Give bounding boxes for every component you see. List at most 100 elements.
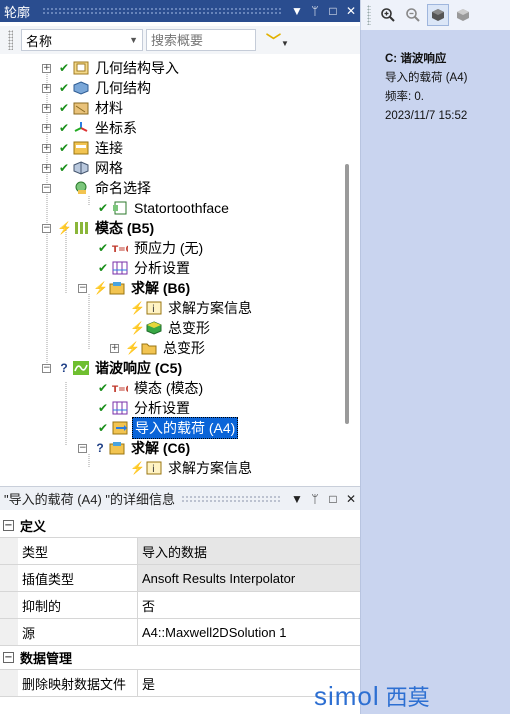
collapse-icon[interactable]: − xyxy=(3,652,14,663)
check-icon: ✔ xyxy=(97,401,109,415)
pane-menu-button[interactable]: ▼ xyxy=(288,492,306,506)
property-row-suppressed[interactable]: 抑制的 否 xyxy=(0,592,360,619)
lightning-icon: ⚡ xyxy=(57,221,72,235)
pin-button[interactable]: ᛘ xyxy=(306,492,324,506)
watermark-logo: simol 西莫 xyxy=(314,680,430,712)
tree-item-harmonic-c5[interactable]: − ? 谐波响应 (C5) xyxy=(42,358,184,378)
property-key: 类型 xyxy=(0,538,138,564)
tree-item-label: 材料 xyxy=(95,100,123,116)
tree-item-analysis-settings-b[interactable]: ✔ 分析设置 xyxy=(96,258,192,278)
property-value[interactable]: Ansoft Results Interpolator xyxy=(138,565,360,591)
expand-icon[interactable]: + xyxy=(42,63,51,73)
expand-icon[interactable]: + xyxy=(42,163,51,173)
property-key: 源 xyxy=(0,619,138,645)
expand-options-icon[interactable]: ﹀▼ xyxy=(266,30,289,51)
question-icon: ? xyxy=(96,441,104,455)
tree-item-label: Statortoothface xyxy=(134,200,229,216)
tree-item-coordinate-systems[interactable]: + ✔ 坐标系 xyxy=(42,118,139,138)
tree-item-label: 几何结构 xyxy=(95,80,151,96)
property-row-type[interactable]: 类型 导入的数据 xyxy=(0,538,360,565)
face-selection-icon xyxy=(112,201,128,215)
property-key: 插值类型 xyxy=(0,565,138,591)
tree-item-stator-tooth-face[interactable]: ✔ Statortoothface xyxy=(96,198,231,218)
search-input[interactable] xyxy=(146,29,256,51)
check-icon: ✔ xyxy=(97,261,109,275)
graphics-toolbar xyxy=(360,0,510,30)
named-selection-icon xyxy=(73,181,89,195)
folder-icon xyxy=(141,341,157,355)
expand-icon[interactable]: + xyxy=(42,143,51,153)
property-value: 导入的数据 xyxy=(138,538,360,564)
tree-item-solution-info-c[interactable]: ⚡ i 求解方案信息 xyxy=(130,458,254,478)
tree-item-label: 谐波响应 (C5) xyxy=(95,360,183,376)
info-analysis: C: 谐波响应 xyxy=(385,53,447,65)
check-icon: ✔ xyxy=(58,141,70,155)
svg-text:i: i xyxy=(152,464,155,475)
zoom-out-icon[interactable] xyxy=(402,4,424,26)
tree-item-prestress[interactable]: ✔ T=0 预应力 (无) xyxy=(96,238,205,258)
tree-item-solution-info-b[interactable]: ⚡ i 求解方案信息 xyxy=(130,298,254,318)
collapse-icon[interactable]: − xyxy=(78,283,87,293)
harmonic-analysis-icon xyxy=(73,361,89,375)
view-cube-icon[interactable] xyxy=(452,4,474,26)
tree-item-total-deformation-2[interactable]: + ⚡ 总变形 xyxy=(110,338,207,358)
tree-item-modal-modal[interactable]: ✔ T=0 模态 (模态) xyxy=(96,378,205,398)
svg-text:T=0: T=0 xyxy=(112,245,128,255)
tree-item-materials[interactable]: + ✔ 材料 xyxy=(42,98,125,118)
tree-item-total-deformation-1[interactable]: ⚡ 总变形 xyxy=(130,318,212,338)
group-definition[interactable]: − 定义 xyxy=(0,514,360,538)
prestress-icon: T=0 xyxy=(112,241,132,255)
tree-item-label: 求解 (B6) xyxy=(131,280,191,296)
expand-icon[interactable]: + xyxy=(42,103,51,113)
deformation-icon xyxy=(146,321,162,335)
expand-icon[interactable]: + xyxy=(42,123,51,133)
property-row-interpolation-type[interactable]: 插值类型 Ansoft Results Interpolator xyxy=(0,565,360,592)
collapse-icon[interactable]: − xyxy=(78,443,87,453)
close-button[interactable]: ✕ xyxy=(342,492,360,506)
tree-item-geometry[interactable]: + ✔ 几何结构 xyxy=(42,78,153,98)
tree-item-connections[interactable]: + ✔ 连接 xyxy=(42,138,125,158)
tree-item-named-selections[interactable]: − 命名选择 xyxy=(42,178,153,198)
collapse-icon[interactable]: − xyxy=(42,363,51,373)
tree-item-label: 模态 (B5) xyxy=(95,220,155,236)
expand-icon[interactable]: + xyxy=(110,343,119,353)
tree-item-solution-c6[interactable]: − ? 求解 (C6) xyxy=(78,438,192,458)
solid-cube-icon[interactable] xyxy=(427,4,449,26)
tree-item-imported-load-a4[interactable]: ✔ 导入的载荷 (A4) xyxy=(96,417,239,439)
details-grip[interactable] xyxy=(181,494,282,503)
collapse-icon[interactable]: − xyxy=(3,520,14,531)
property-key: 抑制的 xyxy=(0,592,138,618)
group-label: 数据管理 xyxy=(20,651,73,666)
titlebar-grip[interactable] xyxy=(42,7,282,15)
close-button[interactable]: ✕ xyxy=(342,4,360,18)
collapse-icon[interactable]: − xyxy=(42,183,51,193)
property-value[interactable]: 否 xyxy=(138,592,360,618)
property-row-delete-mapped-data[interactable]: 删除映射数据文件 是 xyxy=(0,670,360,697)
property-row-source[interactable]: 源 A4::Maxwell2DSolution 1 xyxy=(0,619,360,646)
tree-item-mesh[interactable]: + ✔ 网格 xyxy=(42,158,125,178)
pin-button[interactable]: ᛘ xyxy=(306,4,324,18)
check-icon: ✔ xyxy=(97,381,109,395)
zoom-in-icon[interactable] xyxy=(377,4,399,26)
coordinate-system-icon xyxy=(73,121,89,135)
maximize-button[interactable]: □ xyxy=(324,492,342,506)
collapse-icon[interactable]: − xyxy=(42,223,51,233)
pane-menu-button[interactable]: ▼ xyxy=(288,4,306,18)
filter-grip[interactable] xyxy=(8,30,13,50)
modal-analysis-icon xyxy=(73,221,89,235)
outline-filter-bar: 名称 ▼ ﹀▼ xyxy=(0,26,360,54)
tree-item-modal-b5[interactable]: − ⚡ 模态 (B5) xyxy=(42,218,156,238)
group-data-management[interactable]: − 数据管理 xyxy=(0,646,360,670)
details-title: "导入的载荷 (A4) "的详细信息 xyxy=(4,492,176,507)
check-icon: ✔ xyxy=(97,421,109,435)
filter-type-select[interactable]: 名称 ▼ xyxy=(21,29,143,51)
expand-icon[interactable]: + xyxy=(42,83,51,93)
details-titlebar: "导入的载荷 (A4) "的详细信息 ▼ ᛘ □ ✕ xyxy=(0,486,360,510)
tree-item-solution-b6[interactable]: − ⚡ 求解 (B6) xyxy=(78,278,192,298)
tree-item-geometry-import[interactable]: + ✔ 几何结构导入 xyxy=(42,58,181,78)
maximize-button[interactable]: □ xyxy=(324,4,342,18)
toolbar-grip[interactable] xyxy=(367,5,371,25)
details-grid: − 定义 类型 导入的数据 插值类型 Ansoft Results Interp… xyxy=(0,514,360,697)
tree-item-analysis-settings-c[interactable]: ✔ 分析设置 xyxy=(96,398,192,418)
tree-scrollbar[interactable] xyxy=(345,164,349,424)
